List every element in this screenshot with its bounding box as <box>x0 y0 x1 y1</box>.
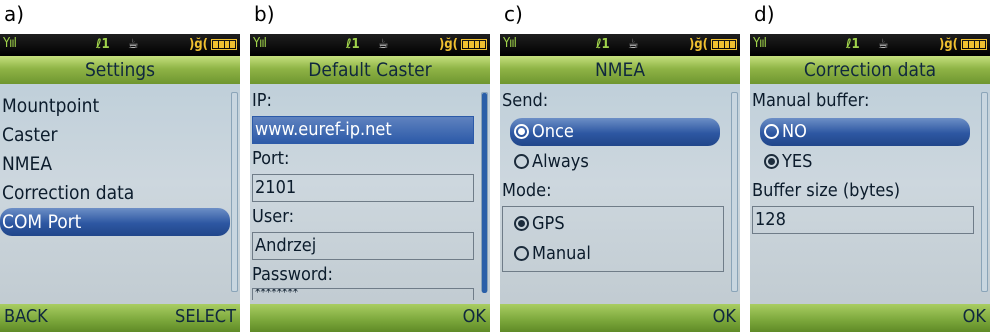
menu-item-mountpoint[interactable]: Mountpoint <box>2 92 99 120</box>
scrollbar[interactable] <box>981 92 988 292</box>
vibrate-icon: )ğ( <box>438 37 458 52</box>
manual-buffer-label: Manual buffer: <box>752 90 870 111</box>
signal-strength-icon: Yııl <box>3 36 17 51</box>
battery-icon <box>461 39 487 50</box>
ok-button[interactable]: OK <box>463 302 486 332</box>
line-1-icon: ℓ1 <box>96 37 110 52</box>
line-1-icon: ℓ1 <box>346 37 360 52</box>
ip-field[interactable]: www.euref-ip.net <box>252 116 474 144</box>
ok-button[interactable]: OK <box>963 302 986 332</box>
panel-letter: a) <box>4 2 25 26</box>
radio-label: Once <box>532 121 574 142</box>
phone-screen-default-caster: Yııl ℓ1 ☕ )ğ( Default Caster IP: www.eur… <box>250 34 490 332</box>
send-always-radio[interactable]: Always <box>510 148 720 176</box>
radio-unchecked-icon <box>514 246 529 261</box>
radio-label: Manual <box>532 243 591 264</box>
panel-c: c) Yııl ℓ1 ☕ )ğ( NMEA Send: Once Always … <box>500 0 740 332</box>
port-field[interactable]: 2101 <box>252 174 474 202</box>
menu-item-com-port[interactable]: COM Port <box>0 208 230 236</box>
line-1-icon: ℓ1 <box>846 37 860 52</box>
password-field[interactable]: ******** <box>252 288 474 300</box>
settings-menu: Mountpoint Caster NMEA Correction data C… <box>0 88 240 296</box>
screen-title: NMEA <box>500 56 740 84</box>
vibrate-icon: )ğ( <box>688 37 708 52</box>
battery-icon <box>711 39 737 50</box>
send-once-radio[interactable]: Once <box>510 118 720 146</box>
signal-strength-icon: Yııl <box>753 36 767 51</box>
user-field[interactable]: Andrzej <box>252 232 474 260</box>
scrollbar[interactable] <box>231 92 238 292</box>
java-cup-icon: ☕ <box>628 37 639 52</box>
scrollbar[interactable] <box>731 92 738 292</box>
panel-letter: c) <box>504 2 523 26</box>
radio-unchecked-icon <box>514 154 529 169</box>
port-label: Port: <box>252 148 290 169</box>
buffer-size-field[interactable]: 128 <box>752 206 974 234</box>
screen-title: Default Caster <box>250 56 490 84</box>
buffer-no-radio[interactable]: NO <box>760 118 970 146</box>
user-label: User: <box>252 206 295 227</box>
radio-label: Always <box>532 151 589 172</box>
line-1-icon: ℓ1 <box>596 37 610 52</box>
panel-b: b) Yııl ℓ1 ☕ )ğ( Default Caster IP: www.… <box>250 0 490 332</box>
panel-a: a) Yııl ℓ1 ☕ )ğ( Settings Mountpoint Cas… <box>0 0 240 332</box>
radio-label: NO <box>782 121 807 142</box>
java-cup-icon: ☕ <box>378 37 389 52</box>
correction-data-form: Manual buffer: NO YES Buffer size (bytes… <box>750 88 990 296</box>
mode-manual-radio[interactable]: Manual <box>510 240 720 268</box>
caster-form: IP: www.euref-ip.net Port: 2101 User: An… <box>250 88 490 300</box>
panel-letter: d) <box>754 2 775 26</box>
signal-strength-icon: Yııl <box>503 36 517 51</box>
status-bar: Yııl ℓ1 ☕ )ğ( <box>500 34 740 56</box>
radio-checked-icon <box>514 124 529 139</box>
status-bar: Yııl ℓ1 ☕ )ğ( <box>250 34 490 56</box>
status-bar: Yııl ℓ1 ☕ )ğ( <box>750 34 990 56</box>
buffer-yes-radio[interactable]: YES <box>760 148 970 176</box>
back-button[interactable]: BACK <box>4 302 48 332</box>
password-label: Password: <box>252 264 333 285</box>
nmea-form: Send: Once Always Mode: GPS Manual <box>500 88 740 296</box>
softkey-bar: OK <box>250 304 490 332</box>
radio-label: YES <box>782 151 813 172</box>
menu-item-correction-data[interactable]: Correction data <box>2 179 134 207</box>
phone-screen-correction-data: Yııl ℓ1 ☕ )ğ( Correction data Manual buf… <box>750 34 990 332</box>
vibrate-icon: )ğ( <box>938 37 958 52</box>
vibrate-icon: )ğ( <box>188 37 208 52</box>
select-button[interactable]: SELECT <box>175 302 236 332</box>
radio-checked-icon <box>514 216 529 231</box>
java-cup-icon: ☕ <box>128 37 139 52</box>
battery-icon <box>961 39 987 50</box>
phone-screen-settings: Yııl ℓ1 ☕ )ğ( Settings Mountpoint Caster… <box>0 34 240 332</box>
buffer-size-label: Buffer size (bytes) <box>752 180 901 201</box>
send-label: Send: <box>502 90 549 111</box>
battery-icon <box>211 39 237 50</box>
screen-title: Correction data <box>750 56 990 84</box>
menu-item-caster[interactable]: Caster <box>2 121 58 149</box>
ip-label: IP: <box>252 90 272 111</box>
menu-item-nmea[interactable]: NMEA <box>2 150 52 178</box>
ok-button[interactable]: OK <box>713 302 736 332</box>
radio-unchecked-icon <box>764 124 779 139</box>
radio-checked-icon <box>764 154 779 169</box>
mode-label: Mode: <box>502 180 552 201</box>
softkey-bar: OK <box>500 304 740 332</box>
mode-gps-radio[interactable]: GPS <box>510 210 720 238</box>
phone-screen-nmea: Yııl ℓ1 ☕ )ğ( NMEA Send: Once Always Mod… <box>500 34 740 332</box>
radio-label: GPS <box>532 213 565 234</box>
panel-letter: b) <box>254 2 275 26</box>
java-cup-icon: ☕ <box>878 37 889 52</box>
screen-title: Settings <box>0 56 240 84</box>
softkey-bar: BACK SELECT <box>0 304 240 332</box>
scrollbar[interactable] <box>481 92 488 293</box>
status-bar: Yııl ℓ1 ☕ )ğ( <box>0 34 240 56</box>
panel-d: d) Yııl ℓ1 ☕ )ğ( Correction data Manual … <box>750 0 990 332</box>
signal-strength-icon: Yııl <box>253 36 267 51</box>
softkey-bar: OK <box>750 304 990 332</box>
